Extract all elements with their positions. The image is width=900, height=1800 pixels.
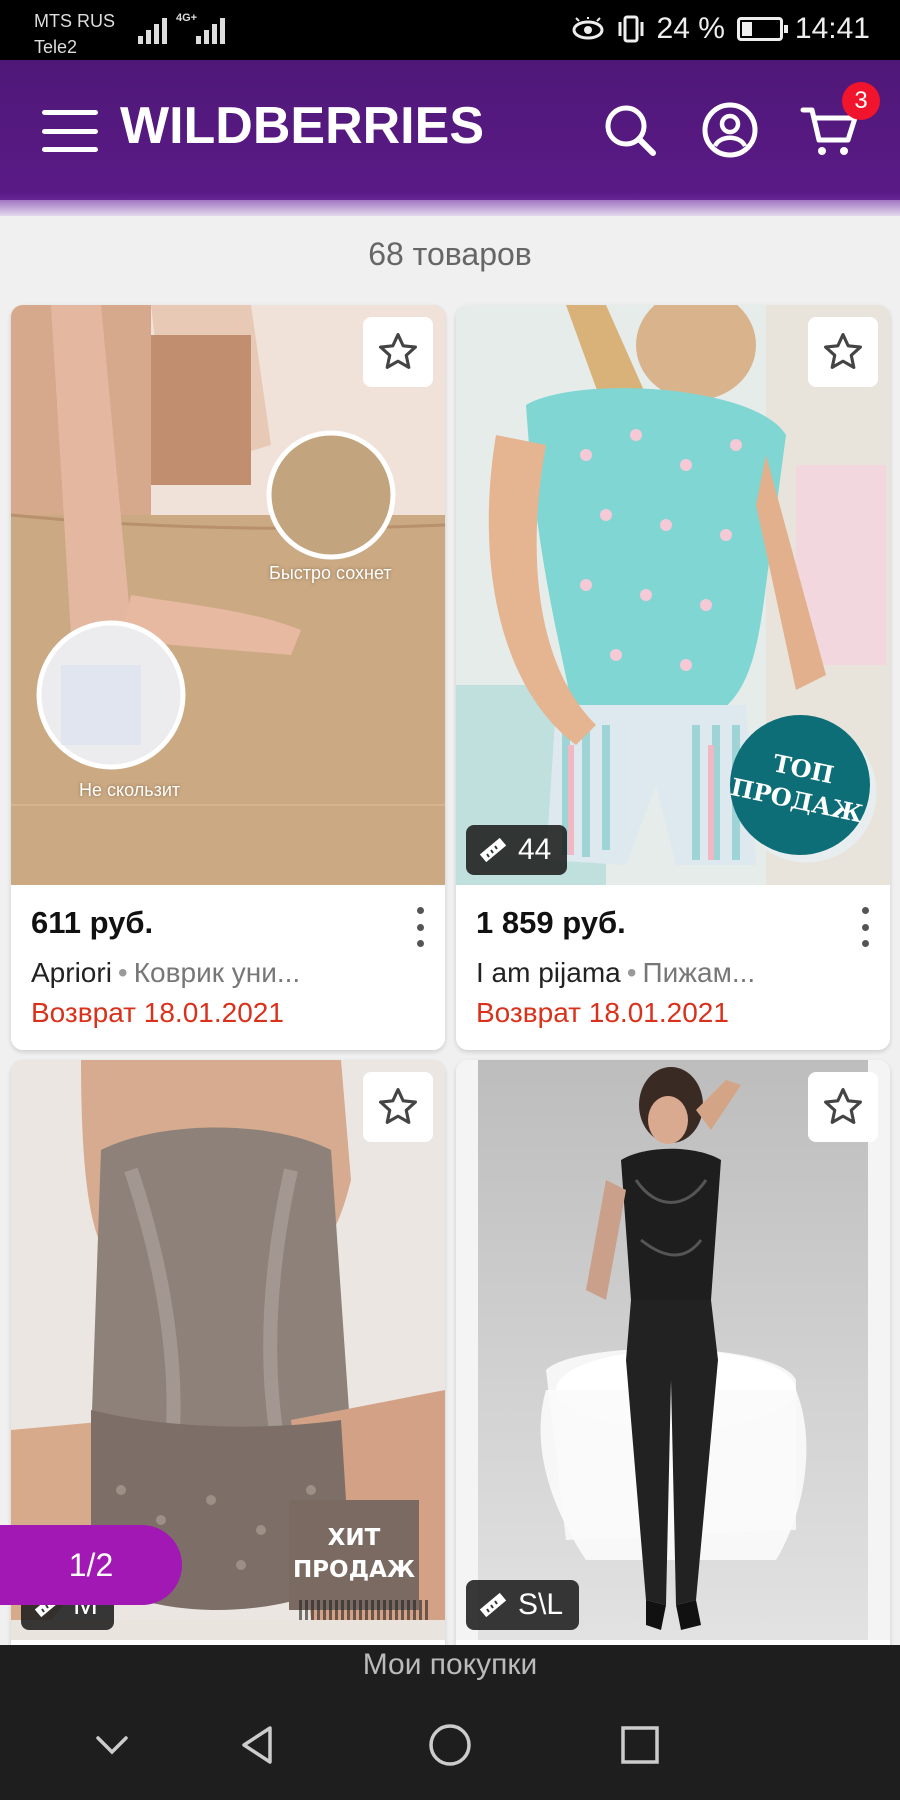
product-name: Пижам... — [642, 957, 756, 988]
back-icon[interactable] — [228, 1715, 288, 1775]
header-shadow — [0, 200, 900, 216]
logo[interactable]: WILDBERRIES — [120, 96, 484, 156]
status-bar: MTS RUS Tele2 4G+ 24 % 14:41 — [0, 0, 900, 60]
size-value: S\L — [518, 1588, 564, 1621]
product-photo[interactable]: S\L — [456, 1060, 890, 1640]
home-icon[interactable] — [420, 1715, 480, 1775]
signal-icon-2 — [196, 14, 225, 44]
favorite-button[interactable] — [808, 1072, 878, 1142]
favorite-button[interactable] — [808, 317, 878, 387]
my-purchases-link[interactable]: Мои покупки — [0, 1648, 900, 1682]
product-title: I am pijama • Пижам... — [476, 957, 755, 989]
product-card[interactable]: S\L — [456, 1060, 890, 1660]
product-info: 1 859 руб. I am pijama • Пижам... Возврат … — [456, 885, 890, 1050]
photo-caption: Быстро сохнет — [269, 563, 392, 583]
carrier-2: Tele2 — [34, 37, 78, 57]
favorite-button[interactable] — [363, 317, 433, 387]
product-brand: Apriori — [31, 957, 112, 988]
star-icon — [379, 333, 417, 369]
cart-count-badge: 3 — [842, 82, 880, 120]
product-price: 1 859 руб. — [476, 905, 626, 940]
recents-icon[interactable] — [610, 1715, 670, 1775]
return-date: Возврат 18.01.2021 — [31, 997, 284, 1028]
photo-caption: Не скользит — [79, 780, 181, 800]
battery-percent: 24 % — [656, 12, 725, 45]
size-value: 44 — [518, 833, 552, 866]
star-icon — [379, 1088, 417, 1124]
results-count: 68 товаров — [368, 236, 532, 272]
menu-icon[interactable] — [42, 110, 98, 152]
more-options-icon[interactable] — [860, 907, 870, 947]
page-indicator-label: 1/2 — [68, 1547, 114, 1583]
carrier-1: MTS RUS — [34, 11, 115, 31]
chevron-down-icon[interactable] — [82, 1715, 142, 1775]
profile-icon[interactable] — [700, 100, 760, 160]
product-name: Коврик уни... — [133, 957, 301, 988]
clock: 14:41 — [794, 12, 870, 45]
ruler-icon — [479, 837, 507, 863]
vibrate-icon — [618, 15, 644, 43]
search-icon[interactable] — [600, 100, 660, 160]
star-icon — [824, 333, 862, 369]
separator-dot: • — [626, 957, 637, 988]
carrier-info: MTS RUS Tele2 — [34, 8, 115, 60]
more-options-icon[interactable] — [415, 907, 425, 947]
battery-icon — [736, 17, 788, 41]
separator-dot: • — [117, 957, 128, 988]
product-photo[interactable]: ТОП ПРОДАЖ 44 — [456, 305, 890, 885]
eye-comfort-icon — [572, 17, 604, 40]
ruler-icon — [479, 1592, 507, 1618]
size-tag: S\L — [466, 1580, 580, 1630]
product-photo[interactable]: Быстро сохнет Не скользит — [11, 305, 445, 885]
page-indicator[interactable]: 1/2 — [0, 1525, 182, 1605]
signal-icon — [138, 14, 167, 44]
size-tag: 44 — [466, 825, 568, 875]
product-price: 611 руб. — [31, 905, 154, 940]
star-icon — [824, 1088, 862, 1124]
network-type: 4G+ — [176, 12, 198, 24]
product-card[interactable]: ТОП ПРОДАЖ 44 1 859 руб. I am pijama • Пиж… — [456, 305, 890, 1050]
hit-sales-badge: ХИТ ПРОДАЖ — [289, 1500, 429, 1620]
product-info: 611 руб. Apriori • Коврик уни... Возврат 1… — [11, 885, 445, 1050]
return-date: Возврат 18.01.2021 — [476, 997, 729, 1028]
favorite-button[interactable] — [363, 1072, 433, 1142]
product-brand: I am pijama — [476, 957, 621, 988]
product-title: Apriori • Коврик уни... — [31, 957, 300, 989]
product-card[interactable]: Быстро сохнет Не скользит 611 руб. Aprio… — [11, 305, 445, 1050]
